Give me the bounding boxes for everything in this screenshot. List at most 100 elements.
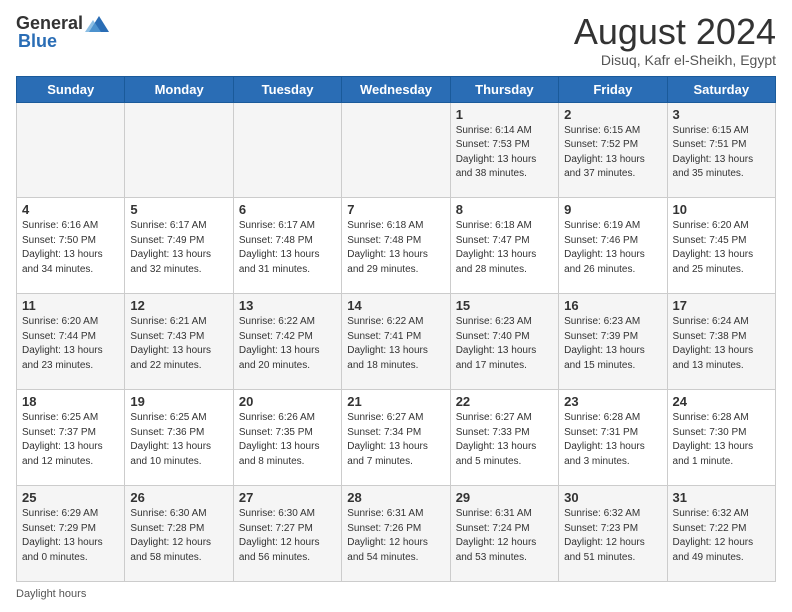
header-friday: Friday bbox=[559, 76, 667, 102]
day-number: 27 bbox=[239, 490, 336, 505]
day-number: 29 bbox=[456, 490, 553, 505]
calendar-cell: 19 Sunrise: 6:25 AMSunset: 7:36 PMDayligh… bbox=[125, 390, 233, 486]
title-block: August 2024 Disuq, Kafr el-Sheikh, Egypt bbox=[574, 12, 776, 68]
day-number: 4 bbox=[22, 202, 119, 217]
day-number: 26 bbox=[130, 490, 227, 505]
calendar-cell: 13 Sunrise: 6:22 AMSunset: 7:42 PMDayligh… bbox=[233, 294, 341, 390]
calendar-cell: 16 Sunrise: 6:23 AMSunset: 7:39 PMDayligh… bbox=[559, 294, 667, 390]
day-info: Sunrise: 6:30 AMSunset: 7:28 PMDaylight:… bbox=[130, 507, 227, 565]
week-row-5: 25 Sunrise: 6:29 AMSunset: 7:29 PMDayligh… bbox=[17, 486, 776, 582]
calendar-cell: 11 Sunrise: 6:20 AMSunset: 7:44 PMDayligh… bbox=[17, 294, 125, 390]
calendar-page: General Blue August 2024 Disuq, Kafr el-… bbox=[0, 0, 792, 612]
day-info: Sunrise: 6:23 AMSunset: 7:39 PMDaylight:… bbox=[564, 315, 661, 373]
day-info: Sunrise: 6:27 AMSunset: 7:34 PMDaylight:… bbox=[347, 411, 444, 469]
calendar-cell: 31 Sunrise: 6:32 AMSunset: 7:22 PMDayligh… bbox=[667, 486, 775, 582]
day-number: 25 bbox=[22, 490, 119, 505]
day-number: 20 bbox=[239, 394, 336, 409]
day-info: Sunrise: 6:28 AMSunset: 7:31 PMDaylight:… bbox=[564, 411, 661, 469]
day-number: 1 bbox=[456, 107, 553, 122]
day-info: Sunrise: 6:18 AMSunset: 7:48 PMDaylight:… bbox=[347, 219, 444, 277]
day-info: Sunrise: 6:17 AMSunset: 7:49 PMDaylight:… bbox=[130, 219, 227, 277]
day-number: 23 bbox=[564, 394, 661, 409]
day-number: 11 bbox=[22, 298, 119, 313]
day-number: 28 bbox=[347, 490, 444, 505]
calendar-header-row: SundayMondayTuesdayWednesdayThursdayFrid… bbox=[17, 76, 776, 102]
calendar-cell: 27 Sunrise: 6:30 AMSunset: 7:27 PMDayligh… bbox=[233, 486, 341, 582]
header-wednesday: Wednesday bbox=[342, 76, 450, 102]
calendar-cell: 28 Sunrise: 6:31 AMSunset: 7:26 PMDayligh… bbox=[342, 486, 450, 582]
calendar-cell: 14 Sunrise: 6:22 AMSunset: 7:41 PMDayligh… bbox=[342, 294, 450, 390]
day-number: 9 bbox=[564, 202, 661, 217]
week-row-3: 11 Sunrise: 6:20 AMSunset: 7:44 PMDayligh… bbox=[17, 294, 776, 390]
day-info: Sunrise: 6:22 AMSunset: 7:41 PMDaylight:… bbox=[347, 315, 444, 373]
calendar-cell: 12Sunrise: 6:21 AMSunset: 7:43 PMDayligh… bbox=[125, 294, 233, 390]
calendar-cell: 1 Sunrise: 6:14 AMSunset: 7:53 PMDaylight… bbox=[450, 102, 558, 198]
calendar-cell: 30 Sunrise: 6:32 AMSunset: 7:23 PMDayligh… bbox=[559, 486, 667, 582]
calendar-cell: 15Sunrise: 6:23 AMSunset: 7:40 PMDayligh… bbox=[450, 294, 558, 390]
day-info: Sunrise: 6:20 AMSunset: 7:44 PMDaylight:… bbox=[22, 315, 119, 373]
week-row-1: 1 Sunrise: 6:14 AMSunset: 7:53 PMDaylight… bbox=[17, 102, 776, 198]
day-number: 8 bbox=[456, 202, 553, 217]
page-header: General Blue August 2024 Disuq, Kafr el-… bbox=[16, 12, 776, 68]
day-info: Sunrise: 6:15 AMSunset: 7:52 PMDaylight:… bbox=[564, 124, 661, 182]
calendar-cell bbox=[17, 102, 125, 198]
calendar-cell: 4 Sunrise: 6:16 AMSunset: 7:50 PMDaylight… bbox=[17, 198, 125, 294]
day-info: Sunrise: 6:25 AMSunset: 7:36 PMDaylight:… bbox=[130, 411, 227, 469]
calendar-cell: 21Sunrise: 6:27 AMSunset: 7:34 PMDayligh… bbox=[342, 390, 450, 486]
day-number: 31 bbox=[673, 490, 770, 505]
daylight-label: Daylight hours bbox=[16, 588, 86, 600]
day-info: Sunrise: 6:23 AMSunset: 7:40 PMDaylight:… bbox=[456, 315, 553, 373]
calendar-cell bbox=[125, 102, 233, 198]
day-number: 3 bbox=[673, 107, 770, 122]
calendar-cell: 17 Sunrise: 6:24 AMSunset: 7:38 PMDayligh… bbox=[667, 294, 775, 390]
day-info: Sunrise: 6:21 AMSunset: 7:43 PMDaylight:… bbox=[130, 315, 227, 373]
day-info: Sunrise: 6:17 AMSunset: 7:48 PMDaylight:… bbox=[239, 219, 336, 277]
day-info: Sunrise: 6:24 AMSunset: 7:38 PMDaylight:… bbox=[673, 315, 770, 373]
day-number: 13 bbox=[239, 298, 336, 313]
day-info: Sunrise: 6:14 AMSunset: 7:53 PMDaylight:… bbox=[456, 124, 553, 182]
day-number: 14 bbox=[347, 298, 444, 313]
month-title: August 2024 bbox=[574, 12, 776, 52]
logo: General Blue bbox=[16, 12, 109, 52]
day-info: Sunrise: 6:22 AMSunset: 7:42 PMDaylight:… bbox=[239, 315, 336, 373]
calendar-cell: 26 Sunrise: 6:30 AMSunset: 7:28 PMDayligh… bbox=[125, 486, 233, 582]
footer: Daylight hours bbox=[16, 588, 776, 600]
day-number: 30 bbox=[564, 490, 661, 505]
day-number: 19 bbox=[130, 394, 227, 409]
week-row-4: 18Sunrise: 6:25 AMSunset: 7:37 PMDayligh… bbox=[17, 390, 776, 486]
calendar-cell: 20Sunrise: 6:26 AMSunset: 7:35 PMDayligh… bbox=[233, 390, 341, 486]
calendar-cell bbox=[342, 102, 450, 198]
calendar-cell: 24Sunrise: 6:28 AMSunset: 7:30 PMDayligh… bbox=[667, 390, 775, 486]
day-info: Sunrise: 6:32 AMSunset: 7:23 PMDaylight:… bbox=[564, 507, 661, 565]
day-number: 17 bbox=[673, 298, 770, 313]
day-info: Sunrise: 6:15 AMSunset: 7:51 PMDaylight:… bbox=[673, 124, 770, 182]
calendar-cell: 3 Sunrise: 6:15 AMSunset: 7:51 PMDaylight… bbox=[667, 102, 775, 198]
calendar-cell: 18Sunrise: 6:25 AMSunset: 7:37 PMDayligh… bbox=[17, 390, 125, 486]
day-info: Sunrise: 6:20 AMSunset: 7:45 PMDaylight:… bbox=[673, 219, 770, 277]
calendar-cell: 22 Sunrise: 6:27 AMSunset: 7:33 PMDayligh… bbox=[450, 390, 558, 486]
day-number: 22 bbox=[456, 394, 553, 409]
header-monday: Monday bbox=[125, 76, 233, 102]
calendar-cell: 10Sunrise: 6:20 AMSunset: 7:45 PMDayligh… bbox=[667, 198, 775, 294]
header-sunday: Sunday bbox=[17, 76, 125, 102]
calendar-table: SundayMondayTuesdayWednesdayThursdayFrid… bbox=[16, 76, 776, 582]
calendar-cell bbox=[233, 102, 341, 198]
day-info: Sunrise: 6:32 AMSunset: 7:22 PMDaylight:… bbox=[673, 507, 770, 565]
day-info: Sunrise: 6:16 AMSunset: 7:50 PMDaylight:… bbox=[22, 219, 119, 277]
calendar-cell: 23 Sunrise: 6:28 AMSunset: 7:31 PMDayligh… bbox=[559, 390, 667, 486]
day-number: 16 bbox=[564, 298, 661, 313]
day-info: Sunrise: 6:18 AMSunset: 7:47 PMDaylight:… bbox=[456, 219, 553, 277]
calendar-cell: 7Sunrise: 6:18 AMSunset: 7:48 PMDaylight… bbox=[342, 198, 450, 294]
header-thursday: Thursday bbox=[450, 76, 558, 102]
day-info: Sunrise: 6:31 AMSunset: 7:26 PMDaylight:… bbox=[347, 507, 444, 565]
day-info: Sunrise: 6:30 AMSunset: 7:27 PMDaylight:… bbox=[239, 507, 336, 565]
calendar-cell: 5Sunrise: 6:17 AMSunset: 7:49 PMDaylight… bbox=[125, 198, 233, 294]
calendar-cell: 25 Sunrise: 6:29 AMSunset: 7:29 PMDayligh… bbox=[17, 486, 125, 582]
header-saturday: Saturday bbox=[667, 76, 775, 102]
day-info: Sunrise: 6:27 AMSunset: 7:33 PMDaylight:… bbox=[456, 411, 553, 469]
day-number: 24 bbox=[673, 394, 770, 409]
location-subtitle: Disuq, Kafr el-Sheikh, Egypt bbox=[574, 52, 776, 68]
day-info: Sunrise: 6:31 AMSunset: 7:24 PMDaylight:… bbox=[456, 507, 553, 565]
calendar-cell: 2Sunrise: 6:15 AMSunset: 7:52 PMDaylight… bbox=[559, 102, 667, 198]
day-info: Sunrise: 6:29 AMSunset: 7:29 PMDaylight:… bbox=[22, 507, 119, 565]
